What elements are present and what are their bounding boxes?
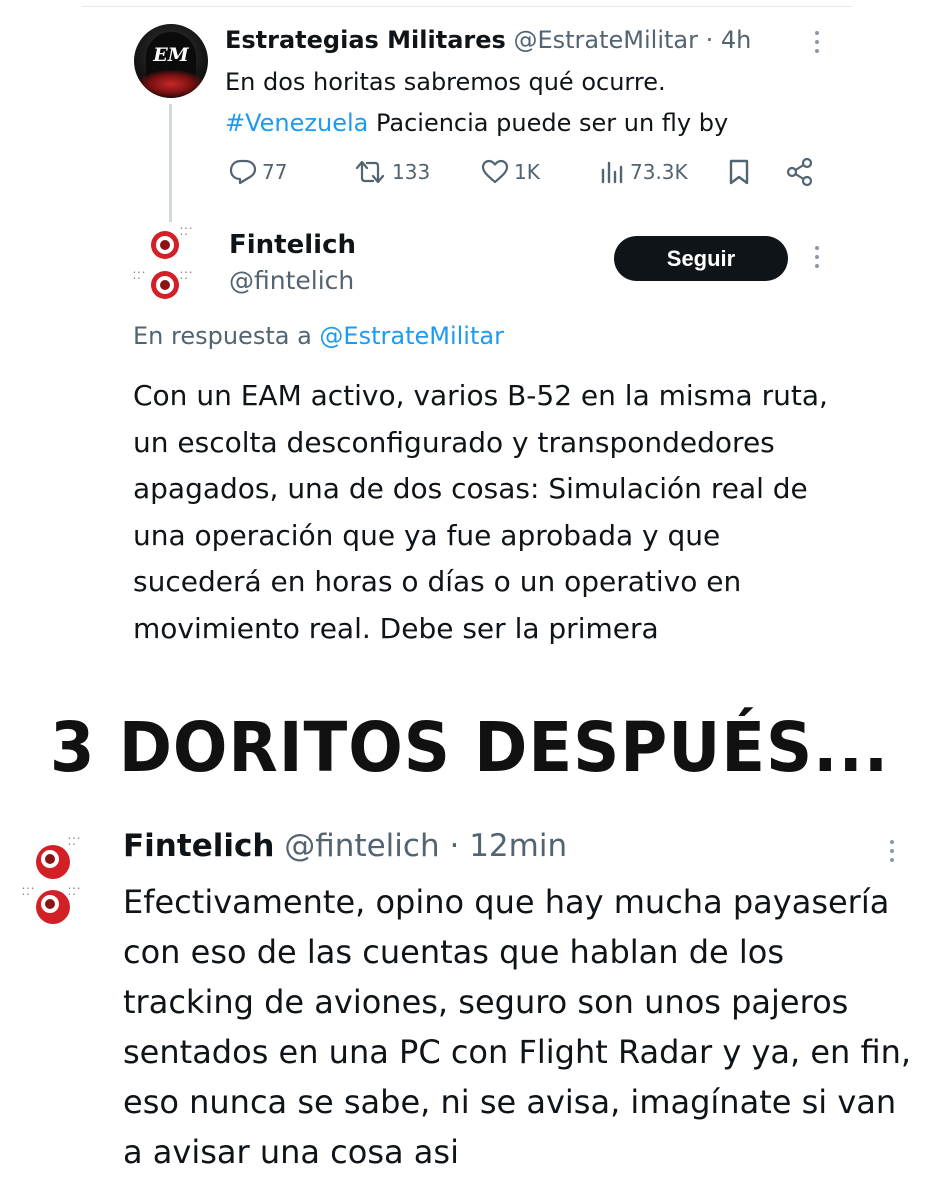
- reply-context: En respuesta a @EstrateMilitar: [133, 322, 504, 350]
- views-button[interactable]: 73.3K: [600, 152, 688, 192]
- heart-icon: [481, 159, 509, 184]
- bookmark-button[interactable]: [726, 152, 752, 192]
- tweet-text-line: En dos horitas sabremos qué ocurre.: [225, 68, 666, 96]
- retweet-icon: [355, 160, 385, 184]
- separator: ·: [705, 26, 714, 54]
- handle[interactable]: @fintelich: [229, 266, 354, 295]
- divider: [82, 6, 852, 7]
- more-options-icon[interactable]: [890, 840, 894, 867]
- target-icon: [151, 271, 179, 299]
- retweet-count: 133: [392, 160, 431, 184]
- tweet-text: En dos horitas sabremos qué ocurre. #Ven…: [225, 62, 825, 144]
- tweet-text: Efectivamente, opino que hay mucha payas…: [123, 883, 912, 1171]
- hashtag-link[interactable]: #Venezuela: [225, 109, 368, 137]
- display-name[interactable]: Fintelich: [123, 828, 274, 864]
- reply-prefix: En respuesta a: [133, 322, 320, 350]
- bookmark-icon: [729, 159, 749, 185]
- handle[interactable]: @EstrateMilitar: [513, 26, 698, 54]
- tweet-header: Estrategias Militares @EstrateMilitar · …: [225, 26, 751, 54]
- avatar-logo-text: EM: [153, 44, 189, 66]
- like-count: 1K: [514, 160, 540, 184]
- display-name[interactable]: Estrategias Militares: [225, 26, 506, 54]
- retweet-button[interactable]: 133: [352, 152, 430, 192]
- view-count: 73.3K: [630, 160, 688, 184]
- avatar[interactable]: EM: [134, 24, 208, 98]
- analytics-icon: [601, 161, 623, 184]
- follow-button[interactable]: Seguir: [614, 236, 788, 281]
- share-button[interactable]: [785, 152, 815, 192]
- thread-line: [169, 104, 172, 222]
- tweet-text: Con un EAM activo, varios B-52 en la mis…: [133, 379, 828, 645]
- display-name[interactable]: Fintelich: [229, 230, 356, 260]
- separator: ·: [449, 828, 460, 864]
- more-options-icon[interactable]: [815, 31, 819, 58]
- meme-caption: 3 DORITOS DESPUÉS...: [49, 708, 890, 788]
- target-icon: [151, 231, 179, 259]
- tweet-header: Fintelich @fintelich · 12min: [123, 828, 567, 864]
- handle[interactable]: @fintelich: [284, 828, 439, 864]
- timestamp[interactable]: 4h: [721, 26, 751, 54]
- like-button[interactable]: 1K: [480, 152, 540, 192]
- more-options-icon[interactable]: [815, 246, 819, 273]
- tweet-text-line: #Venezuela Paciencia puede ser un fly by: [225, 103, 825, 144]
- timestamp[interactable]: 12min: [469, 828, 567, 864]
- share-icon: [786, 157, 813, 187]
- target-icon: [36, 890, 70, 924]
- tweet-text-rest: Paciencia puede ser un fly by: [368, 109, 729, 137]
- reply-icon: [229, 159, 257, 185]
- reply-button[interactable]: 77: [228, 152, 287, 192]
- reply-count: 77: [262, 160, 288, 184]
- mention-link[interactable]: @EstrateMilitar: [319, 322, 504, 350]
- target-icon: [36, 845, 70, 879]
